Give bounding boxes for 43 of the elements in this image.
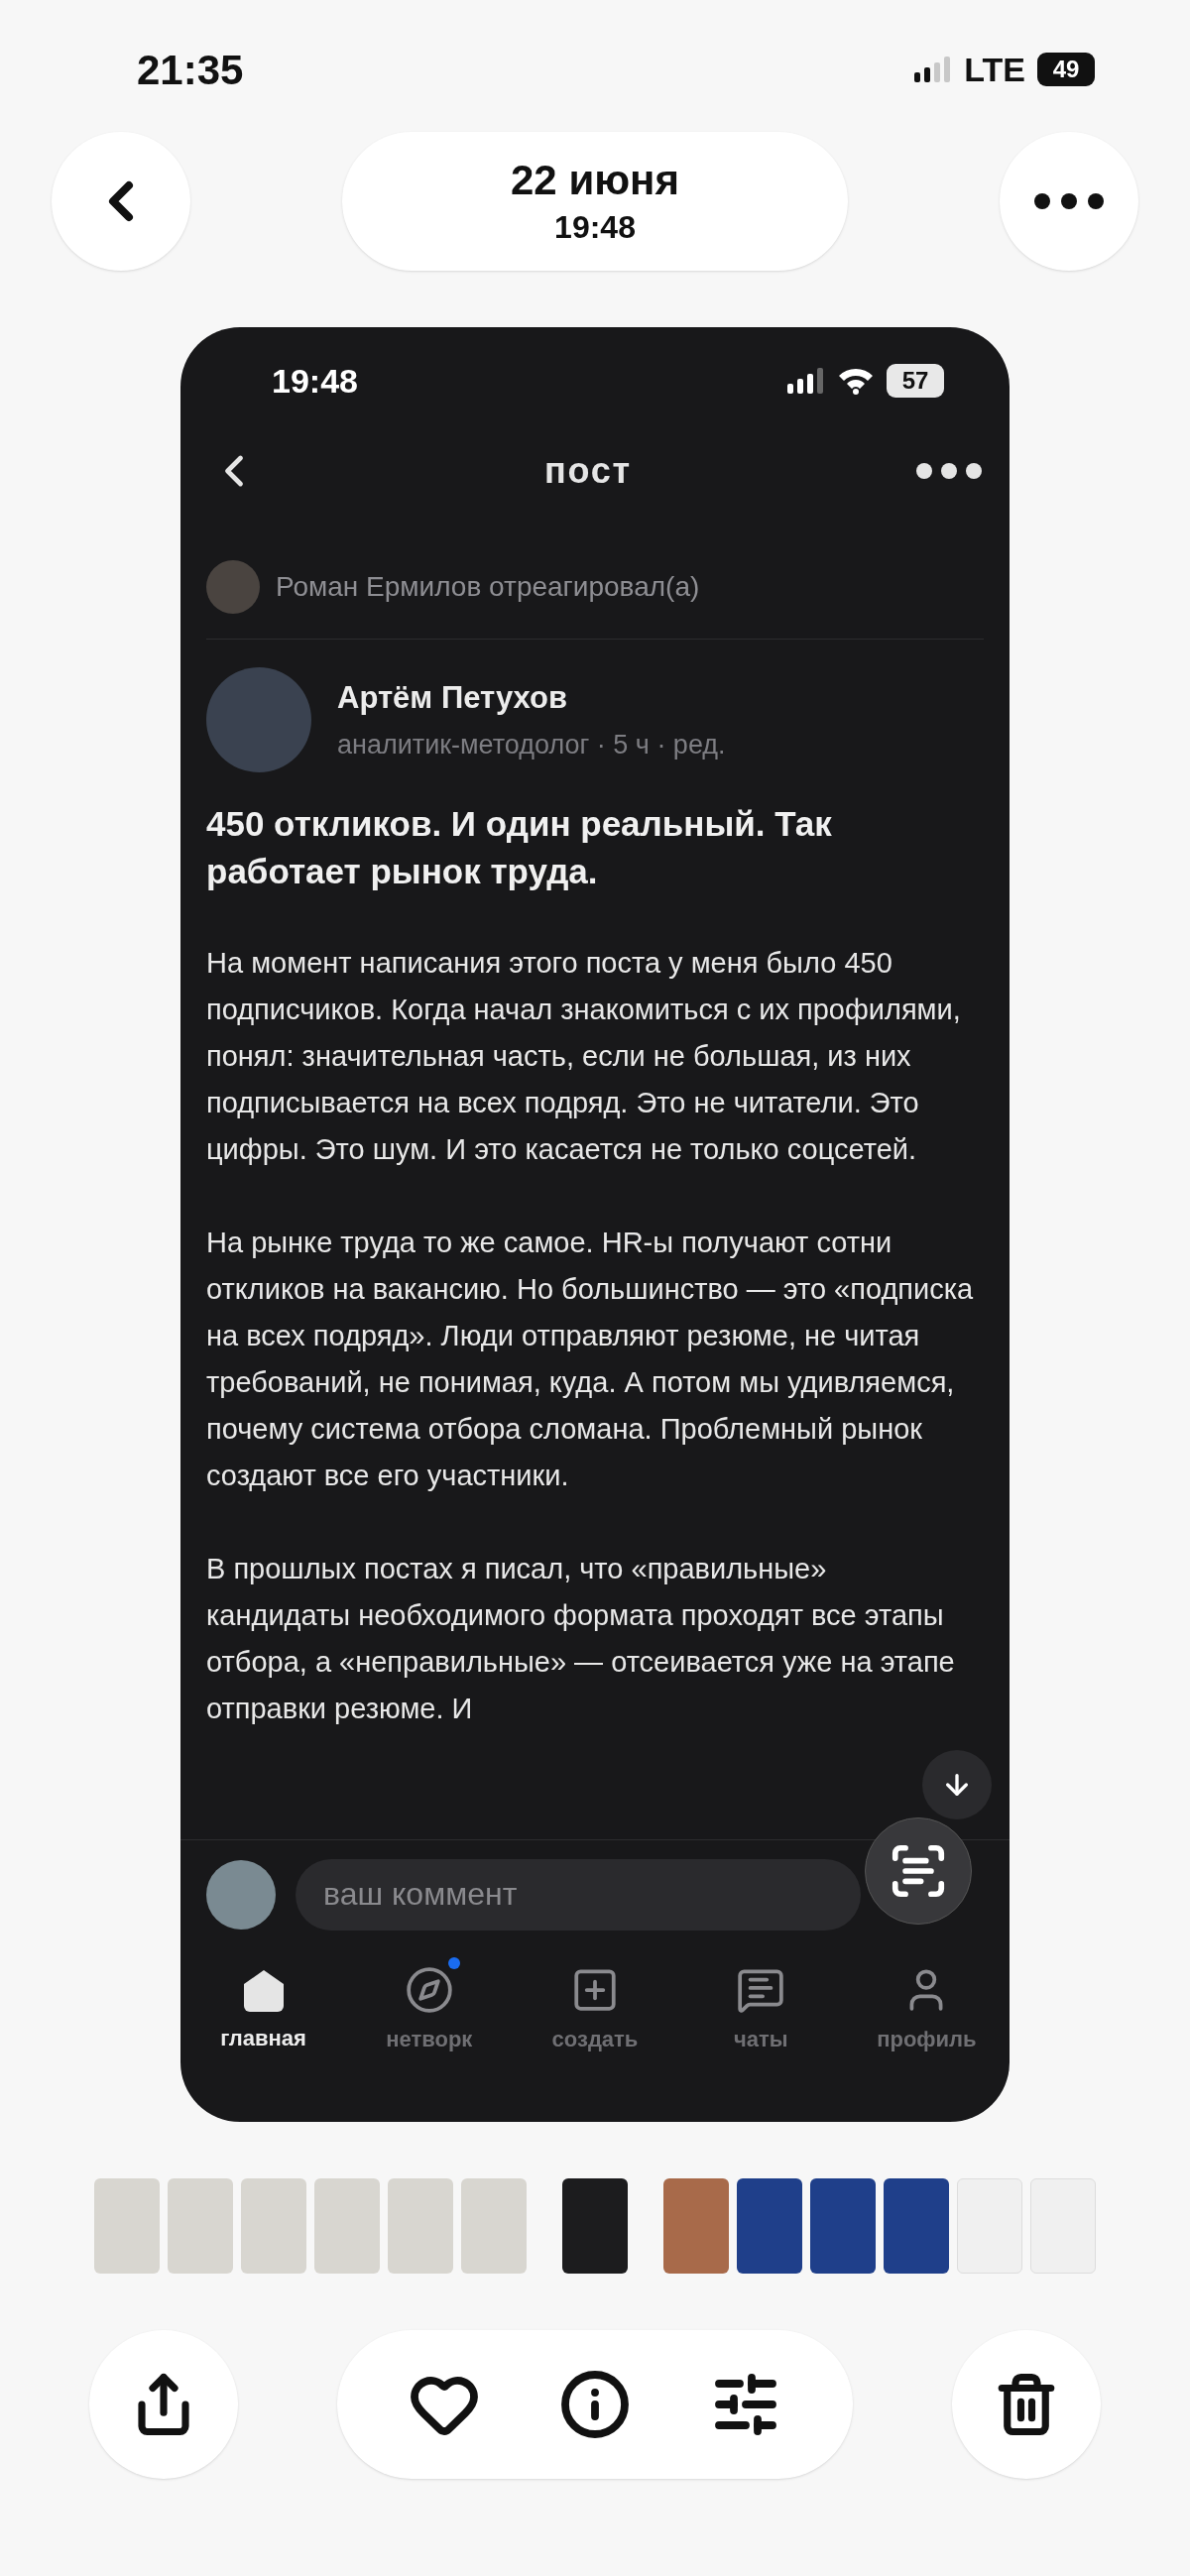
wifi-icon (837, 367, 875, 395)
signal-icon (914, 57, 953, 82)
network-label: LTE (964, 49, 1025, 90)
photo-thumbnail[interactable] (663, 2178, 729, 2274)
more-icon[interactable] (916, 463, 982, 479)
screen-title: пост (543, 449, 633, 493)
photo-thumbnail[interactable] (461, 2178, 527, 2274)
tab-item[interactable]: нетворк (346, 1948, 513, 2072)
date-header[interactable]: 22 июня 19:48 (342, 131, 848, 271)
tab-item[interactable]: чаты (677, 1948, 844, 2072)
tab-item[interactable]: главная (180, 1948, 347, 2072)
comment-input[interactable]: ваш коммент (296, 1858, 861, 1931)
info-icon[interactable] (559, 2369, 631, 2440)
avatar (206, 560, 260, 614)
status-time: 19:48 (272, 360, 358, 402)
photo-thumbnail[interactable] (94, 2178, 160, 2274)
post-paragraph: На рынке труда то же самое. HR-ы получают сотни откликов на вакансию. Но большинство — это «подписка на всех подряд». Люди отправляют резюме, не читая требований, не понимая, куда. А потом мы удивляемся, почему система отбора сломана. Проблемный рынок создают все его участники. (206, 1226, 974, 1493)
photo-thumbnail[interactable] (1030, 2178, 1096, 2274)
tab-item[interactable]: профиль (843, 1948, 1010, 2072)
status-time: 21:35 (137, 45, 244, 95)
photo-thumbnail[interactable] (168, 2178, 233, 2274)
tab-item[interactable]: создать (512, 1948, 678, 2072)
photo-thumbnail[interactable] (957, 2178, 1022, 2274)
post-paragraph: На момент написания этого поста у меня было 450 подписчиков. Когда начал знакомиться с их профилями, понял: значительная часть, если не большая, из них подписывается на всех подряд. Это не читатели. Это цифры. Это шум. И это касается не только соцсетей. (206, 946, 962, 1167)
more-icon (1034, 192, 1104, 209)
author-name[interactable]: Артём Петухов (337, 674, 726, 721)
photo-thumbnail[interactable] (388, 2178, 453, 2274)
photo-thumbnail[interactable] (314, 2178, 380, 2274)
author-meta: аналитик-методолог · 5 ч · ред. (337, 729, 726, 761)
signal-icon (787, 368, 825, 394)
photo-thumbnail[interactable] (241, 2178, 306, 2274)
photo-time: 19:48 (554, 207, 636, 247)
photo-thumbnail[interactable] (810, 2178, 876, 2274)
battery-indicator: 49 (1037, 53, 1095, 86)
photo-date: 22 июня (511, 156, 679, 206)
reaction-text: Роман Ермилов отреагировал(а) (276, 570, 700, 604)
compass-icon (404, 1965, 454, 2015)
post-title: 450 откликов. И один реальный. Так работает рынок труда. (206, 803, 833, 892)
photo-thumbnail[interactable] (884, 2178, 949, 2274)
photo-thumbnail[interactable] (737, 2178, 802, 2274)
post-paragraph: В прошлых постах я писал, что «правильные» кандидаты необходимого формата проходят все этапы отбора, а «неправильные» — отсеивается уже на этапе отправки резюме. И (206, 1552, 956, 1726)
battery-indicator: 57 (887, 364, 944, 398)
photo-thumbnail[interactable] (562, 2178, 628, 2274)
